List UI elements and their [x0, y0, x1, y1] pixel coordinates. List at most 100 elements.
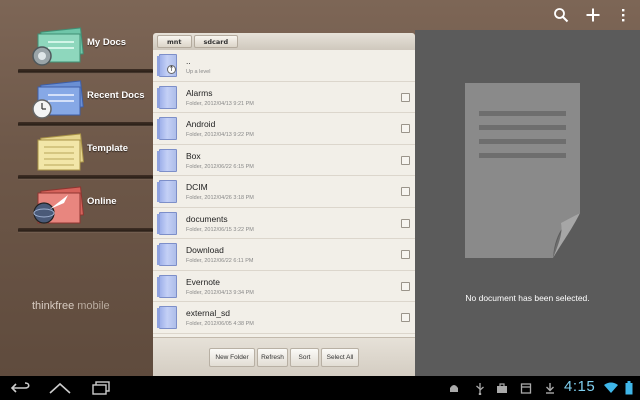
overflow-menu-icon — [622, 9, 625, 22]
folder-row[interactable]: DCIM Folder, 2012/04/26 3:18 PM — [153, 176, 415, 208]
download-icon — [546, 383, 554, 394]
folder-row[interactable]: Box Folder, 2012/06/22 6:15 PM — [153, 145, 415, 176]
breadcrumb: mnt sdcard — [153, 33, 415, 50]
file-browser-panel: ↑.. Up a level Alarms Folder, 2012/04/13 9:… — [153, 50, 415, 376]
new-folder-button[interactable]: New Folder — [209, 348, 255, 367]
recent-apps-button[interactable] — [88, 380, 114, 396]
file-meta: Folder, 2012/04/13 9:21 PM — [186, 100, 254, 107]
notification-box[interactable] — [518, 380, 534, 396]
add-button[interactable] — [580, 3, 606, 27]
online-icon — [33, 186, 85, 224]
folder-row[interactable]: Evernote Folder, 2012/04/13 9:34 PM — [153, 271, 415, 302]
plus-icon — [586, 8, 600, 22]
select-checkbox[interactable] — [401, 92, 410, 102]
system-navigation-bar: 4:15 — [0, 376, 640, 400]
nav-label-template: Template — [87, 143, 129, 154]
android-debug-icon — [450, 385, 458, 392]
folder-row[interactable]: documents Folder, 2012/06/15 3:22 PM — [153, 208, 415, 239]
nav-label-online: Online — [87, 196, 117, 207]
nav-item-my-docs[interactable]: My Docs — [18, 24, 153, 74]
file-meta: Folder, 2012/06/05 4:38 PM — [186, 321, 254, 327]
app-window: My Docs Recent Docs Template Online thin… — [0, 0, 640, 376]
nav-item-template[interactable]: Template — [18, 130, 153, 180]
notification-store[interactable] — [494, 380, 510, 396]
status-clock[interactable]: 4:15 — [564, 378, 595, 395]
folder-row[interactable]: Alarms Folder, 2012/04/13 9:21 PM — [153, 82, 415, 113]
select-checkbox[interactable] — [401, 155, 410, 165]
brand-primary: thinkfree — [32, 300, 75, 312]
wifi-icon — [604, 382, 618, 393]
file-meta: Folder, 2012/04/13 9:22 PM — [186, 132, 254, 138]
folder-icon — [157, 85, 177, 109]
file-meta: Folder, 2012/06/22 6:15 PM — [186, 163, 254, 170]
folder-icon — [157, 117, 177, 140]
folder-icon — [157, 211, 177, 235]
select-checkbox[interactable] — [401, 218, 410, 228]
preview-pane: No document has been selected. — [415, 30, 640, 376]
home-icon — [49, 382, 71, 394]
back-button[interactable] — [8, 380, 34, 396]
back-icon — [10, 382, 30, 393]
file-list[interactable]: ↑.. Up a level Alarms Folder, 2012/04/13 9:… — [153, 50, 415, 337]
recent-docs-icon — [32, 80, 84, 119]
box-icon — [520, 383, 532, 394]
select-checkbox[interactable] — [401, 313, 410, 322]
battery-icon — [625, 381, 633, 395]
template-icon — [37, 133, 85, 171]
up-level-row[interactable]: ↑.. Up a level — [153, 50, 415, 82]
up-arrow-icon: ↑ — [167, 65, 176, 74]
empty-preview-message: No document has been selected. — [465, 293, 590, 303]
nav-item-recent-docs[interactable]: Recent Docs — [18, 77, 153, 127]
folder-row[interactable]: Android Folder, 2012/04/13 9:22 PM — [153, 113, 415, 145]
select-checkbox[interactable] — [401, 187, 410, 196]
usb-icon — [476, 382, 484, 395]
nav-label-my-docs: My Docs — [87, 37, 127, 48]
select-checkbox[interactable] — [401, 124, 410, 133]
file-name: documents — [186, 213, 228, 224]
notification-android[interactable] — [446, 380, 462, 396]
file-meta: Folder, 2012/06/22 6:11 PM — [186, 258, 254, 264]
file-meta: Folder, 2012/04/26 3:18 PM — [186, 195, 254, 201]
shelf-divider — [18, 175, 153, 180]
brand-secondary: mobile — [74, 300, 110, 312]
select-checkbox[interactable] — [401, 281, 410, 291]
overflow-menu-button[interactable] — [610, 3, 636, 27]
file-meta: Up a level — [186, 69, 211, 75]
recent-apps-icon — [92, 381, 110, 395]
folder-row[interactable]: external_sd Folder, 2012/06/05 4:38 PM — [153, 302, 415, 334]
shopping-bag-icon — [497, 383, 507, 393]
file-meta: Folder, 2012/04/13 9:34 PM — [186, 289, 254, 296]
folder-row[interactable]: Download Folder, 2012/06/22 6:11 PM — [153, 239, 415, 271]
nav-label-recent-docs: Recent Docs — [87, 90, 145, 101]
notification-usb[interactable] — [472, 380, 488, 396]
breadcrumb-item-sdcard[interactable]: sdcard — [193, 35, 239, 48]
battery-status[interactable] — [622, 380, 636, 396]
brand-logo: thinkfree mobile — [32, 300, 110, 312]
notification-download[interactable] — [542, 380, 558, 396]
search-icon — [554, 8, 569, 23]
folder-icon — [157, 243, 177, 266]
nav-item-online[interactable]: Online — [18, 183, 153, 233]
shelf-divider — [18, 228, 153, 233]
file-name: Alarms — [186, 87, 213, 98]
wifi-status[interactable] — [603, 380, 619, 396]
file-name: Android — [186, 119, 216, 129]
search-button[interactable] — [548, 3, 574, 27]
shelf-divider — [18, 69, 153, 74]
folder-icon — [157, 306, 177, 329]
refresh-button[interactable]: Refresh — [257, 348, 288, 367]
select-all-button[interactable]: Select All — [321, 348, 359, 367]
sort-button[interactable]: Sort — [290, 348, 319, 367]
file-toolbar: New Folder Refresh Sort Select All — [153, 337, 415, 376]
shelf-divider — [18, 122, 153, 127]
file-name: external_sd — [186, 308, 230, 318]
breadcrumb-item-mnt[interactable]: mnt — [157, 35, 192, 48]
file-name: Download — [186, 245, 224, 255]
my-docs-icon — [32, 27, 84, 66]
select-checkbox[interactable] — [401, 250, 410, 259]
home-button[interactable] — [46, 380, 74, 396]
folder-icon — [157, 148, 177, 172]
file-name: Evernote — [186, 276, 221, 287]
file-meta: Folder, 2012/06/15 3:22 PM — [186, 226, 254, 233]
file-name: .. — [186, 56, 191, 66]
